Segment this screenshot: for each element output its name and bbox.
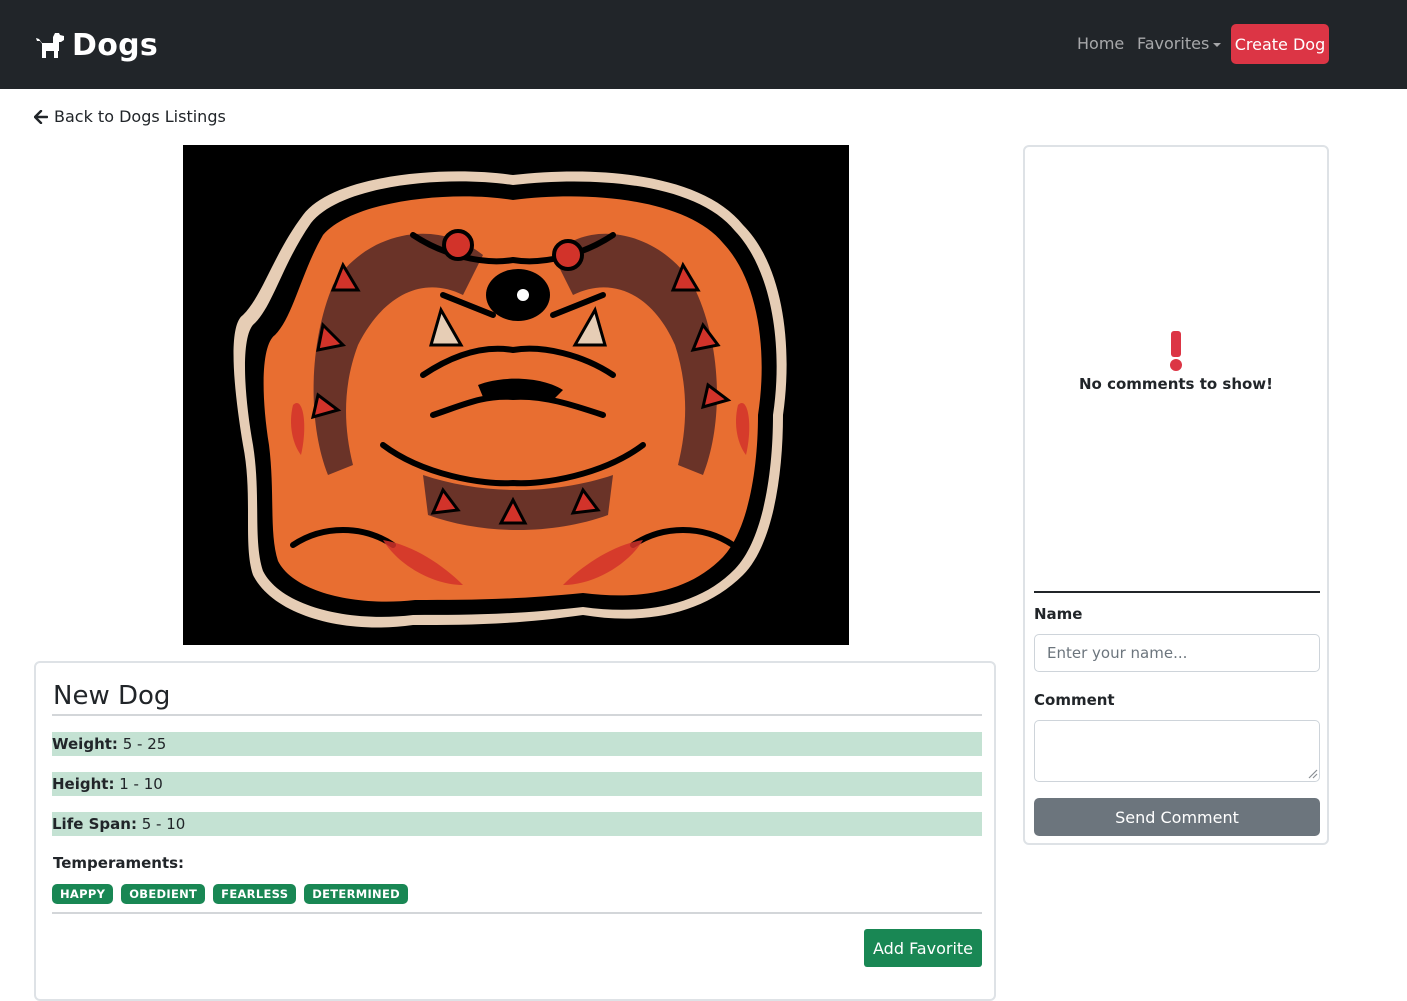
brand[interactable]: Dogs [34, 26, 158, 64]
send-comment-button[interactable]: Send Comment [1034, 798, 1320, 836]
dog-image [183, 145, 849, 645]
temperaments-label: Temperaments: [53, 854, 185, 872]
add-favorite-button[interactable]: Add Favorite [864, 929, 982, 967]
divider [52, 912, 982, 914]
divider [1034, 591, 1320, 593]
temperament-badge: OBEDIENT [121, 884, 206, 904]
stat-height: Height: 1 - 10 [52, 772, 982, 796]
stat-height-value: 1 - 10 [119, 775, 163, 793]
name-input[interactable] [1034, 634, 1320, 672]
divider [52, 714, 982, 716]
stat-life-span: Life Span: 5 - 10 [52, 812, 982, 836]
navbar: Dogs Home Favorites Create Dog [0, 0, 1407, 89]
nav-favorites-label: Favorites [1137, 34, 1210, 53]
back-link-label: Back to Dogs Listings [54, 107, 226, 126]
temperament-badges: HAPPY OBEDIENT FEARLESS DETERMINED [52, 884, 408, 904]
bulldog-illustration [183, 145, 849, 645]
temperament-badge: FEARLESS [213, 884, 297, 904]
name-label: Name [1034, 605, 1083, 623]
temperament-badge: DETERMINED [304, 884, 408, 904]
empty-comments-text: No comments to show! [1078, 375, 1274, 393]
nav-favorites-dropdown[interactable]: Favorites [1137, 34, 1222, 53]
caret-down-icon [1213, 42, 1222, 47]
stat-weight: Weight: 5 - 25 [52, 732, 982, 756]
dog-name: New Dog [53, 681, 171, 711]
resize-grip-icon[interactable] [1308, 769, 1318, 779]
create-dog-button[interactable]: Create Dog [1231, 24, 1329, 64]
stat-life-span-value: 5 - 10 [141, 815, 186, 833]
arrow-left-icon [34, 109, 48, 124]
brand-title: Dogs [72, 27, 159, 63]
dog-icon [36, 33, 64, 58]
exclamation-icon [1170, 331, 1182, 371]
stat-weight-label: Weight: [52, 735, 118, 753]
comment-label: Comment [1034, 691, 1115, 709]
dog-info-card: New Dog Weight: 5 - 25 Height: 1 - 10 Li… [34, 661, 996, 1001]
comments-panel: No comments to show! Name Comment Send C… [1023, 145, 1329, 845]
comment-textarea[interactable] [1034, 720, 1320, 782]
empty-comments-state: No comments to show! [1025, 331, 1327, 393]
stat-height-label: Height: [52, 775, 115, 793]
back-link[interactable]: Back to Dogs Listings [34, 107, 226, 126]
stat-life-span-label: Life Span: [52, 815, 137, 833]
temperament-badge: HAPPY [52, 884, 114, 904]
stat-weight-value: 5 - 25 [122, 735, 167, 753]
nav-home-link[interactable]: Home [1077, 34, 1124, 53]
